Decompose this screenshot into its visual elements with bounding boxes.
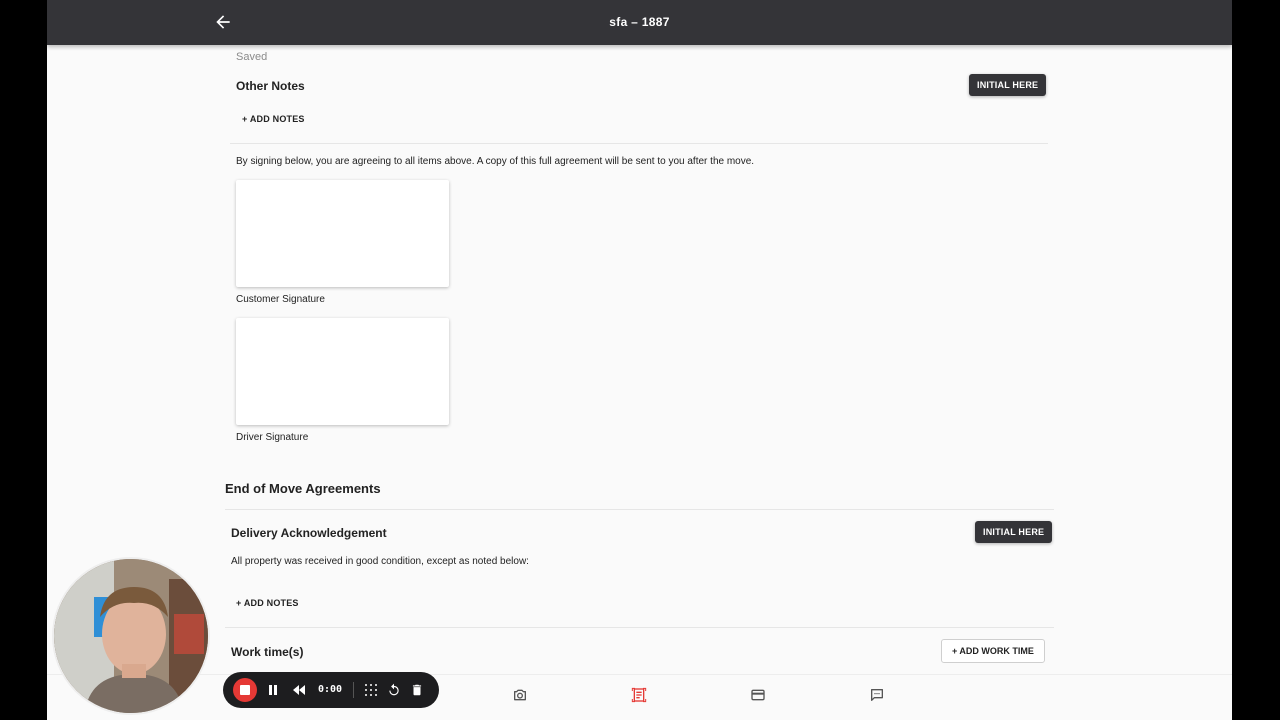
divider [225, 627, 1054, 628]
delivery-acknowledgement-title: Delivery Acknowledgement [231, 526, 387, 540]
grid-dots-icon[interactable] [364, 683, 378, 697]
driver-signature-label: Driver Signature [236, 432, 309, 443]
webcam-person-image [54, 559, 208, 713]
restart-icon[interactable] [387, 683, 401, 697]
document-scan-icon[interactable] [631, 687, 647, 703]
pause-icon[interactable] [267, 684, 279, 696]
stop-icon [240, 685, 250, 695]
page-title: sfa – 1887 [609, 15, 670, 29]
chat-icon[interactable] [869, 687, 885, 703]
other-notes-add-notes-button[interactable]: + ADD NOTES [242, 114, 305, 124]
camera-icon[interactable] [512, 687, 528, 703]
delivery-add-notes-button[interactable]: + ADD NOTES [236, 598, 299, 608]
delivery-description: All property was received in good condit… [231, 556, 529, 567]
top-app-bar: sfa – 1887 [47, 0, 1232, 45]
agreement-text: By signing below, you are agreeing to al… [236, 156, 755, 167]
credit-card-icon[interactable] [750, 687, 766, 703]
other-notes-initial-button[interactable]: INITIAL HERE [969, 74, 1047, 96]
delivery-initial-button[interactable]: INITIAL HERE [975, 521, 1053, 543]
app-window: sfa – 1887 Saved Other Notes INITIAL HER… [47, 0, 1232, 720]
divider [225, 509, 1054, 510]
recording-timer: 0:00 [318, 684, 343, 695]
driver-signature-pad[interactable] [236, 318, 449, 425]
trash-icon[interactable] [410, 683, 424, 697]
add-work-time-button[interactable]: + ADD WORK TIME [941, 639, 1045, 663]
customer-signature-label: Customer Signature [236, 294, 325, 305]
customer-signature-pad[interactable] [236, 180, 449, 287]
divider [230, 143, 1048, 144]
stop-record-button[interactable] [233, 678, 257, 702]
recording-toolbar: 0:00 [223, 672, 439, 708]
saved-status: Saved [236, 51, 268, 63]
other-notes-title: Other Notes [236, 79, 305, 93]
divider [353, 682, 354, 698]
end-of-move-title: End of Move Agreements [225, 481, 381, 496]
webcam-overlay [52, 557, 210, 715]
work-time-title: Work time(s) [231, 645, 304, 659]
rewind-icon[interactable] [292, 684, 306, 696]
